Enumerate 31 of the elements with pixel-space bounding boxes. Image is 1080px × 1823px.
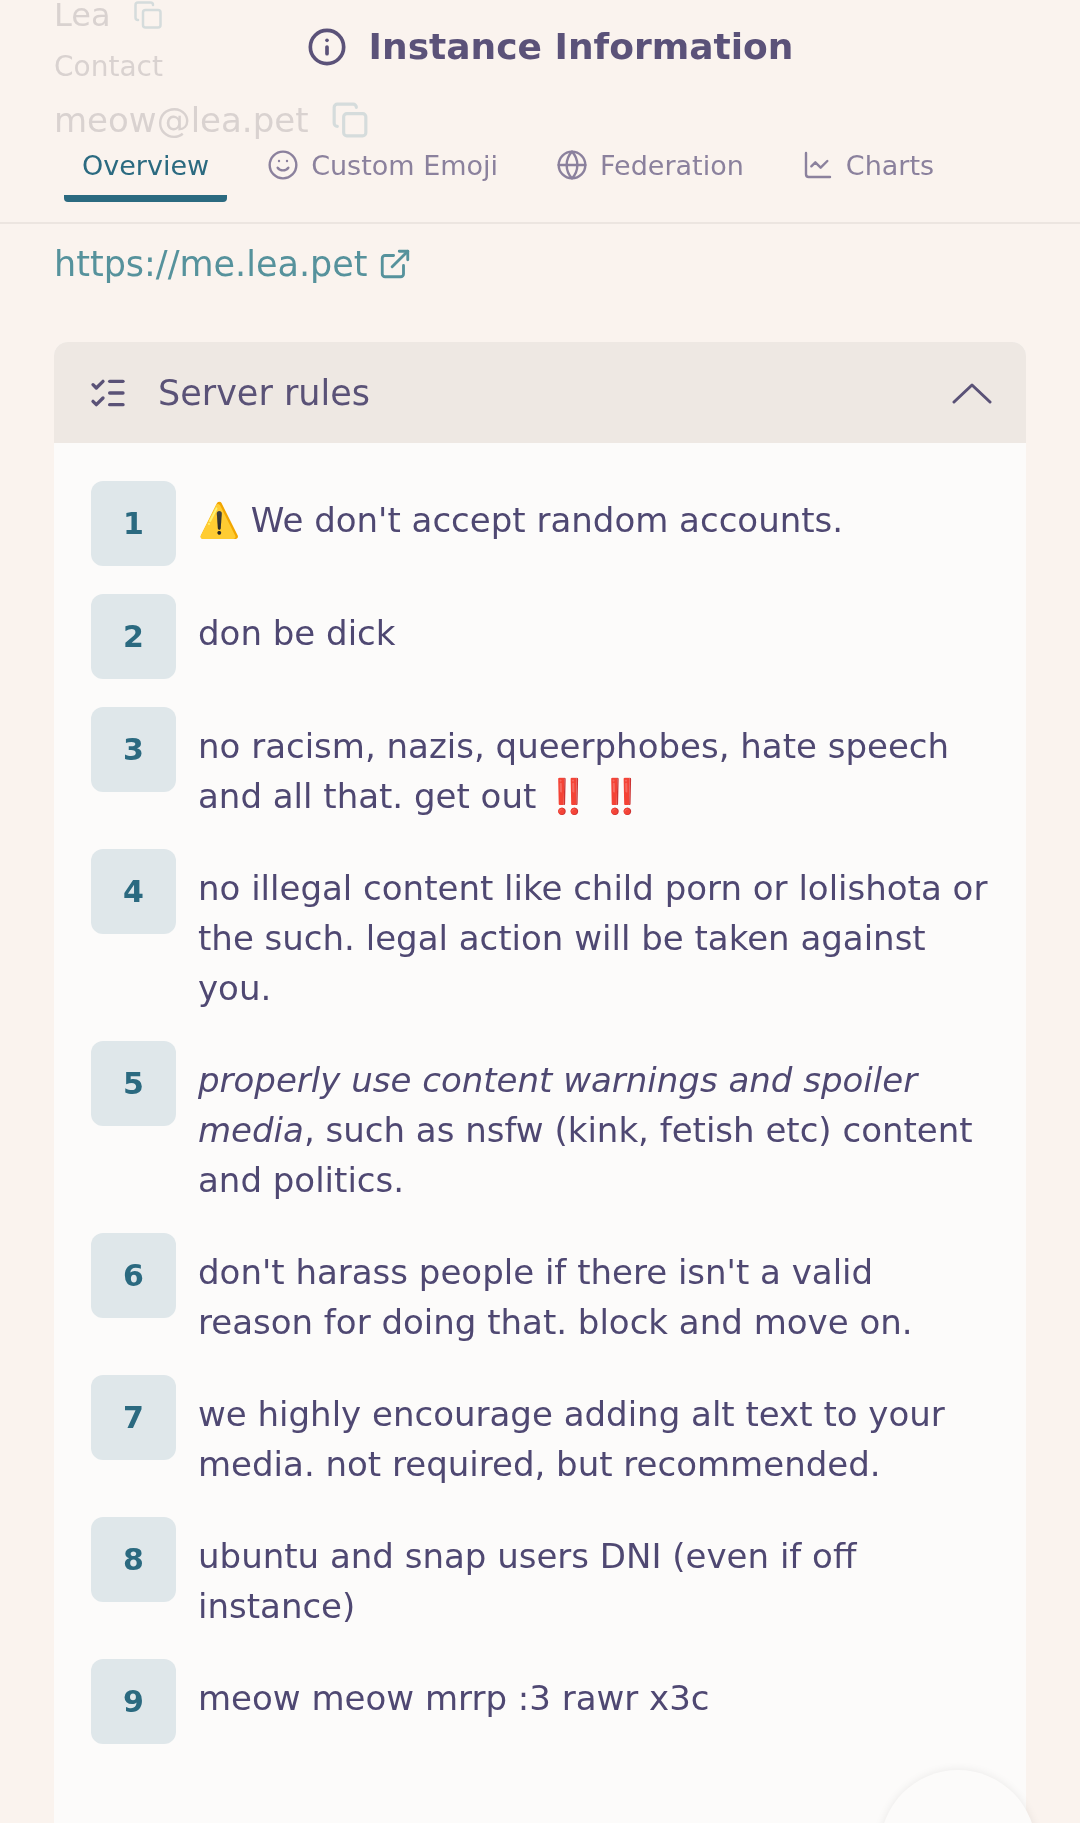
rules-panel-header[interactable]: Server rules (54, 342, 1026, 443)
rule-number: 5 (91, 1041, 176, 1126)
rule-text: ubuntu and snap users DNI (even if off instance) (198, 1535, 858, 1628)
tab[interactable]: Overview (64, 150, 228, 202)
rule-text: we highly encourage adding alt text to your media. not required, but recommended. (198, 1393, 946, 1486)
rule-text: no illegal content like child porn or lolishota or the such. legal action will be taken against you. (198, 867, 988, 1010)
page-title: Instance Information (368, 26, 794, 67)
rule-number: 2 (91, 594, 176, 679)
rule-text: ⚠ We don't accept random accounts. (198, 499, 844, 542)
rule-number: 4 (91, 849, 176, 934)
tab[interactable]: Federation (538, 149, 762, 202)
website-link[interactable]: https://me.lea.pet (54, 244, 412, 284)
rule-number: 3 (91, 707, 176, 792)
rule-text: properly use content warnings and spoiler media, such as nsfw (kink, fetish etc) content and politics. (198, 1059, 974, 1202)
rule-number: 7 (91, 1375, 176, 1460)
smile-icon (267, 149, 300, 181)
info-icon (306, 26, 347, 67)
globe-icon (556, 149, 589, 181)
rule-text: don be dick (198, 612, 396, 655)
rule-number: 1 (91, 481, 176, 566)
rule-text: no racism, nazis, queerphobes, hate speech and all that. get out ‼ ‼ (198, 725, 951, 818)
rule-text: meow meow mrrp :3 rawr x3c (198, 1677, 710, 1720)
tab[interactable]: Charts (783, 149, 953, 202)
copy-icon (132, 0, 163, 31)
rule-text: don't harass people if there isn't a valid reason for doing that. block and move on. (198, 1251, 914, 1344)
copy-icon (330, 101, 369, 140)
rule-number: 9 (91, 1659, 176, 1744)
rule-number: 6 (91, 1233, 176, 1318)
rule-number: 8 (91, 1517, 176, 1602)
tab[interactable]: Custom Emoji (249, 149, 517, 202)
chevron-icon (952, 381, 992, 404)
